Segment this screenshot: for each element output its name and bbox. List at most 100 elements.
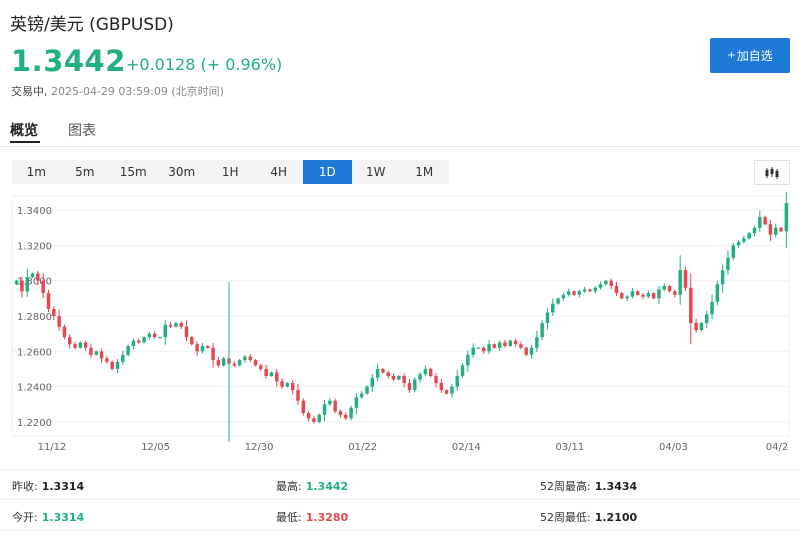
candle-body bbox=[731, 245, 735, 258]
tab-underline bbox=[10, 141, 40, 143]
add-watchlist-button[interactable]: + 加自选 bbox=[710, 38, 790, 73]
candle-body bbox=[450, 386, 454, 394]
candle-body bbox=[328, 400, 332, 405]
candle-body bbox=[243, 356, 247, 361]
candle-body bbox=[678, 270, 682, 295]
candle-body bbox=[662, 286, 666, 290]
candle-body bbox=[635, 291, 640, 295]
x-tick-label: 04/2 bbox=[766, 442, 788, 453]
period-1w[interactable]: 1W bbox=[352, 160, 401, 184]
candle-body bbox=[508, 340, 513, 346]
candle-body bbox=[503, 342, 507, 346]
candle-body bbox=[126, 346, 130, 355]
candle-body bbox=[444, 390, 449, 394]
candle-body bbox=[370, 377, 375, 387]
candle-body bbox=[105, 358, 109, 362]
candle-body bbox=[625, 296, 629, 299]
candle-body bbox=[561, 294, 566, 299]
candlestick-icon bbox=[765, 166, 779, 179]
price-change: +0.0128 (+ 0.96%) bbox=[126, 55, 283, 74]
stat-prev-close: 昨收: 1.3314 bbox=[12, 478, 84, 494]
candle-body bbox=[158, 337, 162, 339]
candle-body bbox=[200, 346, 205, 352]
stat-52w-low-value: 1.2100 bbox=[594, 511, 638, 524]
stat-low: 最低: 1.3280 bbox=[276, 509, 348, 525]
stat-high: 最高: 1.3442 bbox=[276, 478, 348, 494]
candle-body bbox=[269, 372, 274, 376]
plus-icon: + bbox=[727, 50, 736, 61]
candle-body bbox=[46, 293, 51, 309]
candle-body bbox=[232, 363, 237, 366]
candle-body bbox=[492, 344, 497, 348]
candle-body bbox=[482, 347, 486, 352]
y-tick-label: 1.2400 bbox=[17, 383, 52, 394]
candle-body bbox=[375, 368, 380, 378]
tab-overview[interactable]: 概览 bbox=[10, 120, 38, 148]
candle-body bbox=[137, 340, 141, 343]
period-5m[interactable]: 5m bbox=[61, 160, 110, 184]
candle-body bbox=[211, 347, 215, 361]
x-tick-label: 01/22 bbox=[348, 442, 377, 453]
candle-body bbox=[630, 291, 635, 297]
candle-body bbox=[657, 289, 661, 299]
candle-body bbox=[497, 342, 502, 348]
candle-body bbox=[551, 303, 555, 313]
candle-body bbox=[407, 383, 412, 391]
tab-chart[interactable]: 图表 bbox=[68, 120, 96, 148]
candle-body bbox=[391, 376, 396, 380]
candle-body bbox=[423, 368, 428, 375]
candle-body bbox=[259, 365, 263, 369]
candle-body bbox=[466, 354, 470, 366]
period-1mo[interactable]: 1M bbox=[400, 160, 449, 184]
period-30m[interactable]: 30m bbox=[158, 160, 207, 184]
candle-body bbox=[704, 314, 709, 324]
x-tick-label: 04/03 bbox=[659, 442, 688, 453]
candle-body bbox=[142, 337, 146, 343]
stat-52w-low-label: 52周最低: bbox=[540, 511, 591, 524]
candle-body bbox=[190, 337, 194, 345]
candle-body bbox=[535, 337, 539, 348]
candle-body bbox=[110, 361, 114, 369]
candle-body bbox=[604, 280, 608, 285]
candle-body bbox=[115, 361, 120, 369]
stat-prev-close-value: 1.3314 bbox=[41, 480, 85, 493]
candle-body bbox=[206, 346, 210, 348]
candle-body bbox=[582, 289, 587, 292]
tab-divider bbox=[0, 146, 800, 147]
x-tick-label: 12/30 bbox=[245, 442, 274, 453]
candle-body bbox=[285, 383, 290, 387]
candle-body bbox=[306, 413, 311, 419]
period-1d[interactable]: 1D bbox=[303, 160, 352, 184]
candle-body bbox=[519, 344, 523, 348]
candle-body bbox=[301, 400, 306, 414]
candle-body bbox=[784, 203, 789, 232]
candle-body bbox=[476, 347, 481, 349]
candle-body bbox=[768, 224, 773, 235]
candle-body bbox=[36, 273, 40, 281]
candle-body bbox=[163, 324, 168, 338]
period-1h[interactable]: 1H bbox=[206, 160, 255, 184]
stat-high-value: 1.3442 bbox=[305, 480, 349, 493]
candle-body bbox=[683, 270, 688, 288]
candle-body bbox=[147, 333, 152, 338]
status-label: 交易中, bbox=[11, 85, 48, 98]
period-1m[interactable]: 1m bbox=[12, 160, 61, 184]
price-chart[interactable]: 1.34001.32001.30001.28001.26001.24001.22… bbox=[0, 192, 800, 460]
candle-body bbox=[280, 381, 284, 387]
candle-body bbox=[99, 351, 104, 359]
period-15m[interactable]: 15m bbox=[109, 160, 158, 184]
candle-body bbox=[774, 227, 778, 235]
candle-body bbox=[673, 291, 677, 295]
x-tick-label: 02/14 bbox=[452, 442, 481, 453]
stats-divider-top bbox=[0, 469, 800, 470]
chart-type-button[interactable] bbox=[754, 160, 790, 185]
candle-body bbox=[349, 407, 353, 419]
candle-body bbox=[614, 286, 619, 294]
candle-body bbox=[513, 340, 518, 345]
period-selector: 1m 5m 15m 30m 1H 4H 1D 1W 1M bbox=[12, 160, 449, 184]
y-tick-label: 1.2200 bbox=[17, 418, 52, 429]
candle-body bbox=[20, 280, 24, 292]
candle-body bbox=[540, 323, 544, 338]
candle-body bbox=[460, 365, 465, 376]
period-4h[interactable]: 4H bbox=[255, 160, 304, 184]
